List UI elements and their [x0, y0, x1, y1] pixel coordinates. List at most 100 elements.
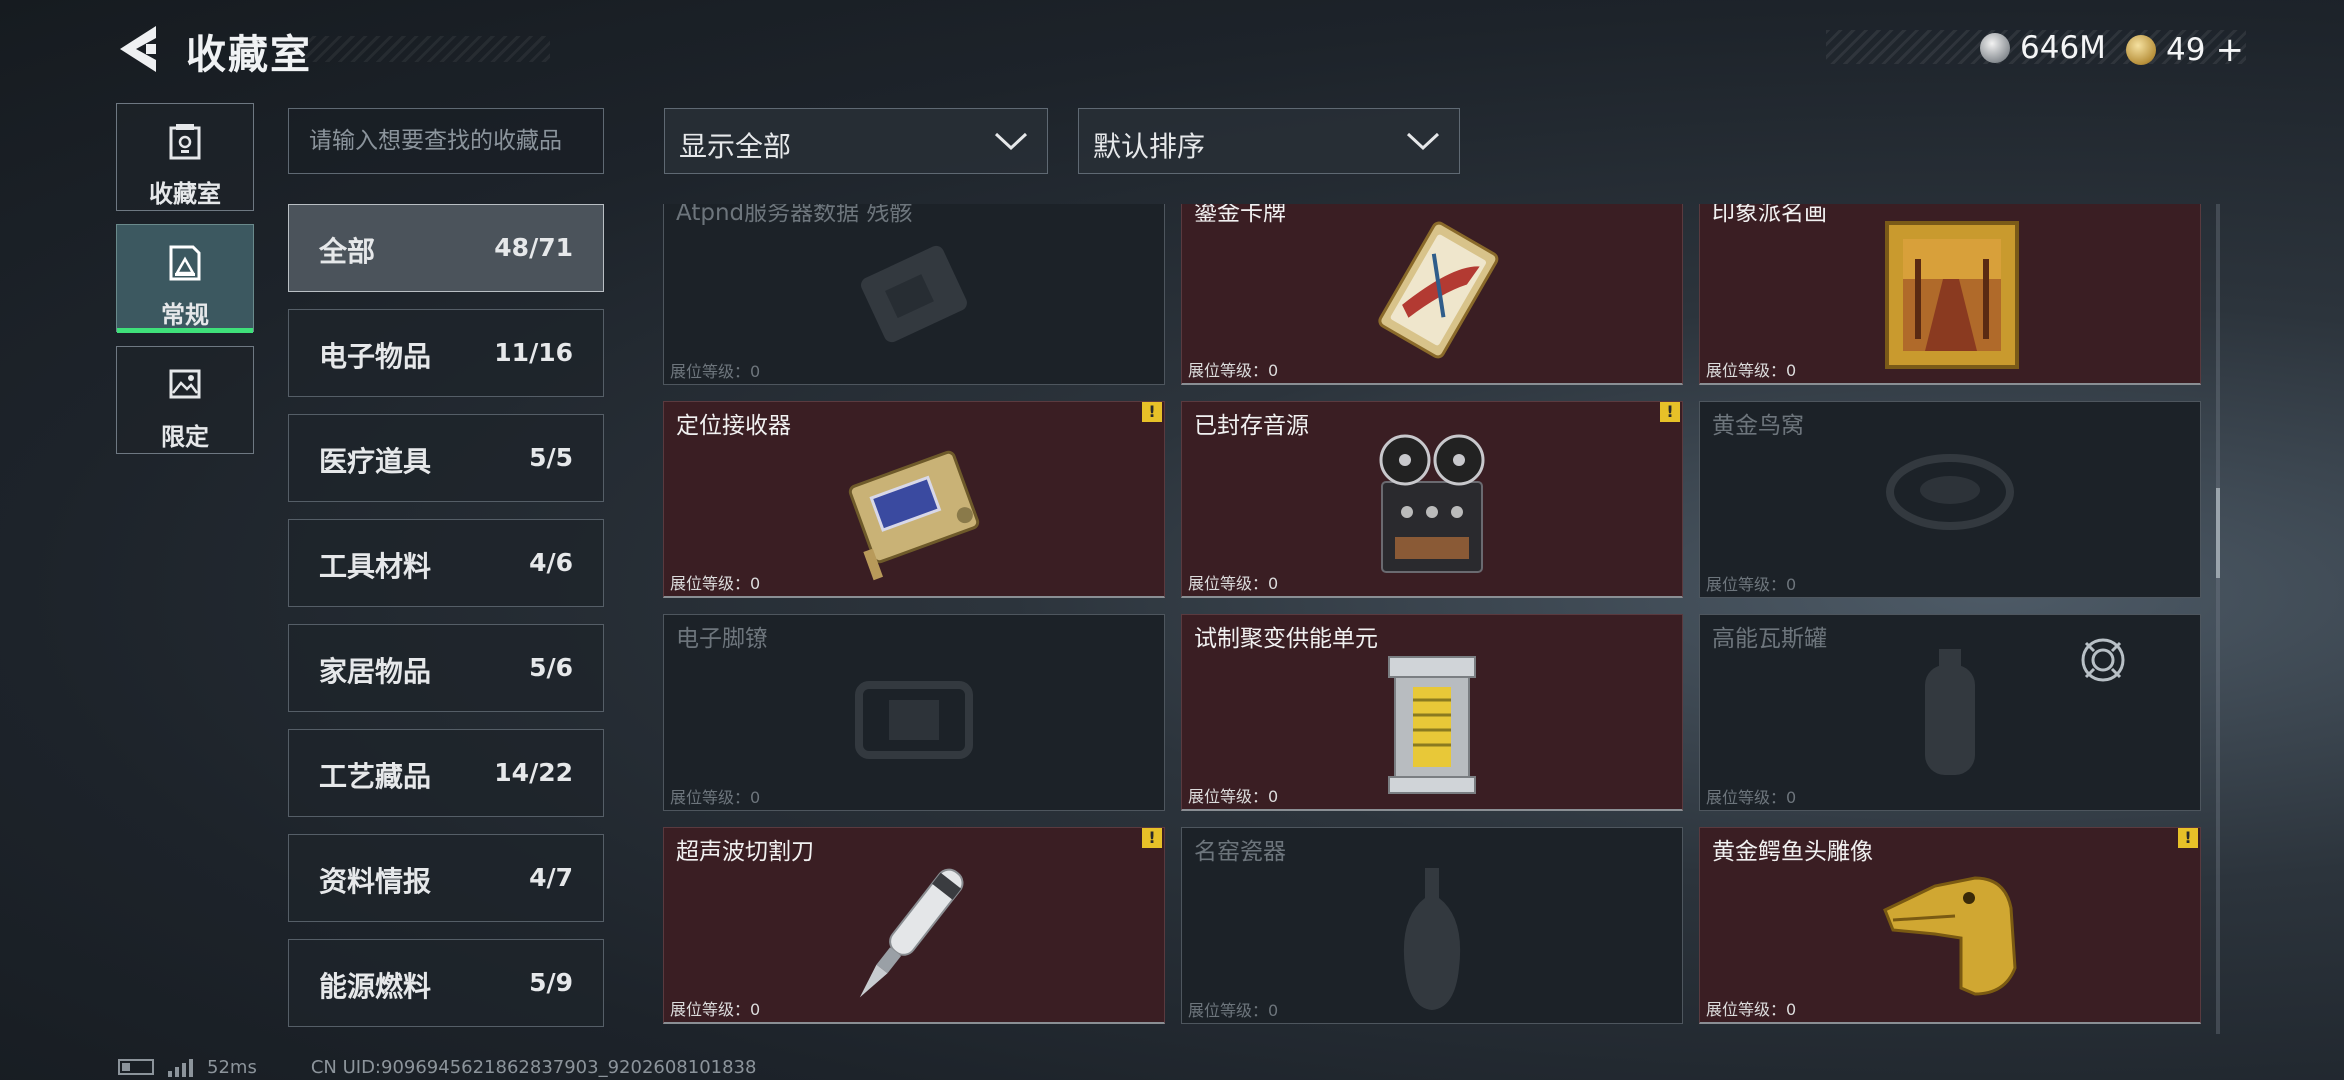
uid-text: CN UID:9096945621862837903_9202608101838	[310, 1056, 757, 1078]
ultrasonic-cutter-icon	[859, 868, 964, 998]
item-level: 展位等级：0	[670, 1000, 761, 1019]
silver-amount: 646M	[2020, 30, 2106, 66]
collection-item[interactable]: 试制聚变供能单元 展位等级：0	[1181, 614, 1683, 811]
add-currency-icon[interactable]: +	[2215, 30, 2244, 70]
show-filter-value: 显示全部	[679, 130, 792, 163]
item-level: 展位等级：0	[1706, 575, 1797, 594]
item-level: 展位等级：0	[670, 788, 761, 807]
category-count: 14/22	[494, 758, 573, 787]
search-input[interactable]	[288, 108, 604, 174]
item-name: 电子脚镣	[676, 626, 768, 652]
item-level: 展位等级：0	[1188, 1001, 1279, 1020]
item-level: 展位等级：0	[1706, 1000, 1797, 1019]
item-name: 高能瓦斯罐	[1712, 626, 1827, 652]
gps-receiver-icon	[848, 450, 980, 581]
gold-currency[interactable]: 49 +	[2126, 30, 2244, 70]
signal-icon	[168, 1057, 193, 1077]
item-level: 展位等级：0	[1188, 787, 1279, 806]
golden-crocodile-icon	[1883, 876, 2017, 996]
item-name: 超声波切割刀	[676, 839, 814, 865]
warning-badge-icon: !	[1142, 402, 1162, 422]
category-count: 5/6	[529, 653, 573, 682]
scrollbar-track[interactable]	[2216, 204, 2220, 1034]
category-count: 48/71	[494, 233, 573, 262]
back-button[interactable]	[116, 22, 164, 76]
category-name: 资料情报	[319, 865, 432, 898]
sort-dropdown[interactable]: 默认排序	[1078, 108, 1460, 174]
collection-item[interactable]: 印象派名画 展位等级：0	[1699, 204, 2201, 385]
category-count: 5/9	[529, 968, 573, 997]
category-all[interactable]: 全部 48/71	[288, 204, 604, 292]
collection-item[interactable]: 黄金鳄鱼头雕像 ! 展位等级：0	[1699, 827, 2201, 1024]
collection-item[interactable]: 名窑瓷器 展位等级：0	[1181, 827, 1683, 1024]
silver-coin-icon	[1980, 33, 2010, 63]
porcelain-vase-icon	[1403, 868, 1461, 1010]
chevron-down-icon	[994, 132, 1028, 151]
trophy-case-icon	[169, 124, 201, 160]
ping-text: 52ms	[207, 1056, 257, 1078]
scrollbar-thumb[interactable]	[2216, 488, 2220, 578]
mode-tab-regular[interactable]: 常规	[116, 224, 254, 333]
category-count: 11/16	[494, 338, 573, 367]
back-arrow-icon	[120, 26, 156, 72]
collection-item[interactable]: Atpnd服务器数据 残骸 展位等级：0	[663, 204, 1165, 385]
item-name: 定位接收器	[676, 413, 791, 439]
gold-amount: 49	[2166, 32, 2206, 68]
category-energy[interactable]: 能源燃料 5/9	[288, 939, 604, 1027]
collection-item[interactable]: 超声波切割刀 ! 展位等级：0	[663, 827, 1165, 1024]
collection-item[interactable]: 高能瓦斯罐 展位等级：0	[1699, 614, 2201, 811]
item-name: 已封存音源	[1194, 413, 1309, 439]
category-name: 工具材料	[319, 550, 432, 583]
silver-currency: 646M	[1980, 30, 2106, 66]
collection-item[interactable]: 已封存音源 ! 展位等级：0	[1181, 401, 1683, 598]
item-name: 黄金鸟窝	[1712, 413, 1804, 439]
collection-item[interactable]: 定位接收器 ! 展位等级：0	[663, 401, 1165, 598]
category-name: 电子物品	[319, 340, 432, 373]
collection-grid: Atpnd服务器数据 残骸 展位等级：0 鎏金卡牌 展位等级：0 印象派名画 展…	[662, 204, 2206, 1036]
category-electronics[interactable]: 电子物品 11/16	[288, 309, 604, 397]
bird-nest-icon	[1886, 454, 2014, 530]
target-scope-icon	[2081, 638, 2125, 682]
sort-value: 默认排序	[1093, 130, 1206, 163]
category-name: 医疗道具	[319, 445, 432, 478]
item-name: 黄金鳄鱼头雕像	[1712, 839, 1873, 865]
item-level: 展位等级：0	[1188, 574, 1279, 593]
item-name: 鎏金卡牌	[1194, 204, 1286, 226]
fusion-cell-icon	[1388, 656, 1476, 794]
item-level: 展位等级：0	[1188, 361, 1279, 380]
item-level: 展位等级：0	[1706, 361, 1797, 380]
title-decoration	[300, 36, 550, 62]
mode-tab-label: 收藏室	[149, 180, 221, 208]
server-module-icon	[861, 245, 967, 343]
show-filter-dropdown[interactable]: 显示全部	[664, 108, 1048, 174]
item-level: 展位等级：0	[670, 362, 761, 381]
chevron-down-icon	[1406, 132, 1440, 151]
warning-badge-icon: !	[2178, 828, 2198, 848]
category-household[interactable]: 家居物品 5/6	[288, 624, 604, 712]
category-count: 4/6	[529, 548, 573, 577]
warning-badge-icon: !	[1142, 828, 1162, 848]
category-name: 工艺藏品	[319, 760, 432, 793]
ankle-monitor-icon	[855, 681, 973, 759]
battery-icon	[118, 1059, 154, 1075]
status-footer: 52ms CN UID:9096945621862837903_92026081…	[118, 1056, 756, 1078]
category-intel[interactable]: 资料情报 4/7	[288, 834, 604, 922]
item-level: 展位等级：0	[1706, 788, 1797, 807]
landscape-picture-icon	[169, 369, 201, 399]
category-count: 4/7	[529, 863, 573, 892]
collection-item[interactable]: 电子脚镣 展位等级：0	[663, 614, 1165, 811]
warning-badge-icon: !	[1660, 402, 1680, 422]
category-name: 能源燃料	[319, 970, 432, 1003]
category-tools[interactable]: 工具材料 4/6	[288, 519, 604, 607]
category-medical[interactable]: 医疗道具 5/5	[288, 414, 604, 502]
collection-item[interactable]: 黄金鸟窝 展位等级：0	[1699, 401, 2201, 598]
mode-tab-limited[interactable]: 限定	[116, 346, 254, 454]
item-name: 印象派名画	[1712, 204, 1827, 226]
mode-tab-collection[interactable]: 收藏室	[116, 103, 254, 211]
collection-item[interactable]: 鎏金卡牌 展位等级：0	[1181, 204, 1683, 385]
framed-painting-icon	[1885, 221, 2019, 369]
gas-canister-icon	[1925, 649, 1975, 775]
category-crafts[interactable]: 工艺藏品 14/22	[288, 729, 604, 817]
framed-picture-icon	[169, 245, 201, 281]
gilded-card-icon	[1378, 221, 1499, 359]
